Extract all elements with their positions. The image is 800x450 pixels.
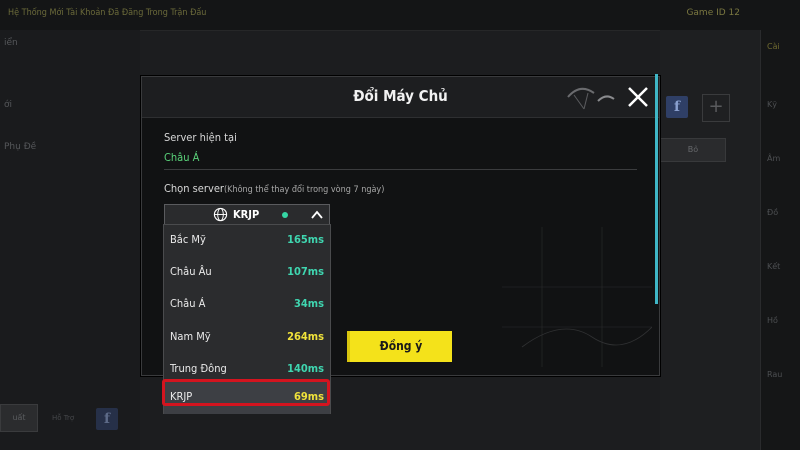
selected-server: KRJP: [233, 208, 260, 221]
map-decoration-icon: [502, 227, 652, 367]
status-dot: [282, 212, 288, 218]
current-server-label: Server hiện tại: [164, 131, 237, 144]
confirm-label: Đồng ý: [379, 339, 423, 353]
current-server-value: Châu Á: [164, 151, 200, 164]
server-name: Bắc Mỹ: [170, 233, 206, 246]
server-option[interactable]: Bắc Mỹ 165ms: [164, 225, 330, 257]
add-icon: +: [702, 94, 730, 122]
background-small-text: Hỗ Trợ: [52, 414, 75, 422]
server-ping: 264ms: [287, 330, 324, 343]
facebook-icon: f: [666, 96, 688, 118]
right-tab: Cài: [767, 42, 780, 51]
dialog-edge-accent: [655, 74, 658, 304]
right-tab: Kỹ: [767, 100, 777, 109]
close-icon[interactable]: [624, 83, 652, 111]
divider: [164, 169, 637, 170]
server-ping: 165ms: [287, 233, 324, 246]
background-mid-right: f + Bỏ: [660, 30, 760, 450]
right-tab: Đồ: [767, 208, 779, 217]
background-topbar: Hệ Thống Mới Tài Khoản Đã Đăng Trong Trậ…: [0, 0, 800, 31]
globe-icon: [213, 207, 228, 222]
dialog-header: Đổi Máy Chủ: [142, 77, 659, 118]
topbar-game-id: Game ID 12: [686, 8, 740, 18]
server-option[interactable]: Nam Mỹ 264ms: [164, 322, 330, 354]
right-tab: Âm: [767, 154, 781, 163]
confirm-button[interactable]: Đồng ý: [347, 331, 452, 362]
server-dropdown[interactable]: KRJP: [164, 204, 330, 226]
background-bottom-button: uất: [0, 404, 38, 432]
parachute-decoration-icon: [567, 87, 615, 110]
background-right-tabs: Cài Kỹ Âm Đồ Kết Hồ Rau: [760, 30, 800, 450]
right-tab: Hồ: [767, 316, 778, 325]
choose-server-label: Chọn server(Không thể thay đổi trong vòn…: [164, 182, 384, 195]
right-tab: Rau: [767, 370, 783, 379]
server-name: Châu Âu: [170, 265, 212, 278]
selection-highlight: [162, 379, 330, 406]
topbar-notice: Hệ Thống Mới Tài Khoản Đã Đăng Trong Trậ…: [8, 8, 207, 18]
server-ping: 140ms: [287, 362, 324, 375]
chevron-up-icon: [311, 210, 323, 219]
left-item: ới: [4, 100, 13, 110]
server-option[interactable]: Châu Á 34ms: [164, 289, 330, 321]
right-tab: Kết: [767, 262, 781, 271]
choose-server-title: Chọn server: [164, 182, 224, 195]
choose-server-note: (Không thể thay đổi trong vòng 7 ngày): [223, 185, 385, 195]
server-option[interactable]: Châu Âu 107ms: [164, 257, 330, 289]
left-item: Phụ Đề: [4, 142, 37, 152]
left-item: iển: [4, 38, 18, 48]
server-name: Trung Đông: [170, 362, 227, 375]
server-name: Nam Mỹ: [170, 330, 211, 343]
background-left-panel: iển ới Phụ Đề: [0, 30, 140, 450]
server-ping: 107ms: [287, 265, 324, 278]
server-ping: 34ms: [294, 297, 324, 310]
background-button: Bỏ: [660, 138, 726, 162]
facebook-icon: f: [96, 408, 118, 430]
server-name: Châu Á: [170, 297, 206, 310]
